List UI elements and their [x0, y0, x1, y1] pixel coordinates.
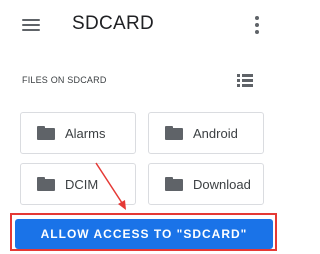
list-view-icon[interactable]: [237, 74, 253, 88]
folder-item-android[interactable]: Android: [148, 112, 264, 154]
folder-label: DCIM: [65, 177, 99, 192]
more-vert-icon[interactable]: [250, 15, 264, 35]
hamburger-menu-icon[interactable]: [22, 16, 42, 34]
folder-icon: [165, 177, 183, 191]
folder-item-download[interactable]: Download: [148, 163, 264, 205]
app-bar: SDCARD: [0, 0, 288, 52]
section-header: FILES ON SDCARD: [22, 75, 107, 85]
folder-label: Android: [193, 126, 238, 141]
allow-access-button[interactable]: ALLOW ACCESS TO "SDCARD": [15, 219, 273, 249]
folder-label: Download: [193, 177, 251, 192]
folder-icon: [165, 126, 183, 140]
folder-item-dcim[interactable]: DCIM: [20, 163, 136, 205]
folder-item-alarms[interactable]: Alarms: [20, 112, 136, 154]
app-title: SDCARD: [72, 13, 155, 34]
folder-label: Alarms: [65, 126, 106, 141]
folder-icon: [37, 126, 55, 140]
folder-icon: [37, 177, 55, 191]
